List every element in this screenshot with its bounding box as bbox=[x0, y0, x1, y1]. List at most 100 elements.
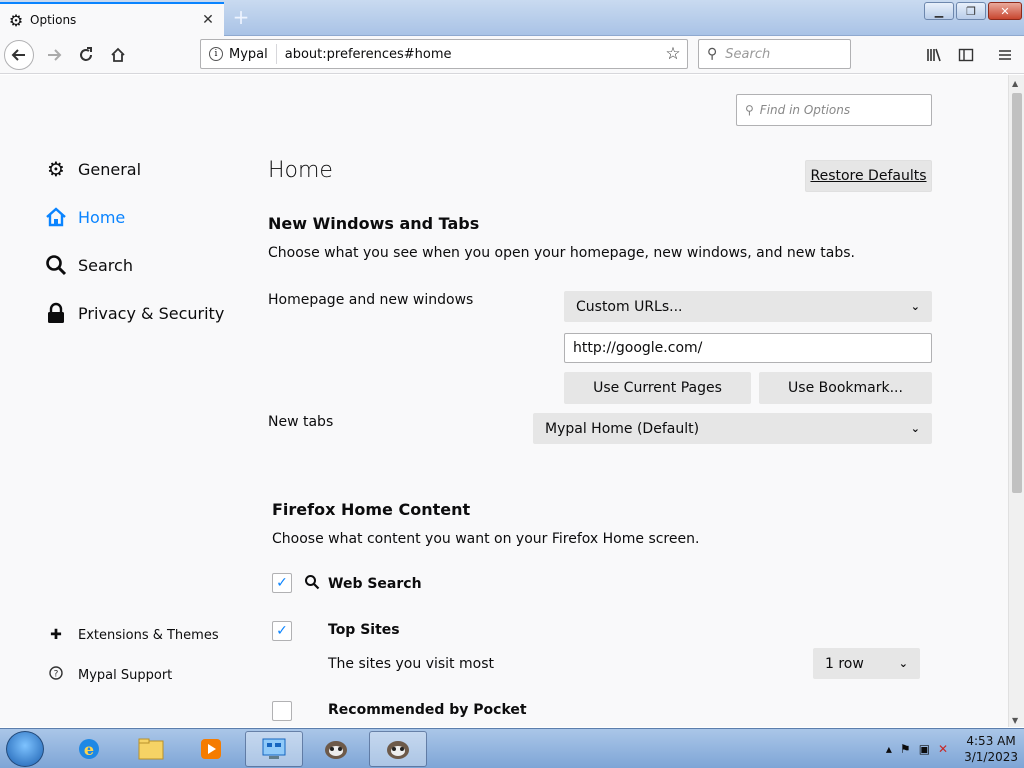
scrollbar-thumb[interactable] bbox=[1012, 93, 1022, 493]
back-arrow-icon bbox=[11, 49, 25, 61]
chevron-down-icon: ⌄ bbox=[898, 657, 908, 670]
top-sites-rows-select[interactable]: 1 row ⌄ bbox=[813, 648, 920, 679]
back-button[interactable] bbox=[4, 40, 34, 70]
select-value: Custom URLs... bbox=[576, 298, 683, 315]
library-icon bbox=[927, 48, 941, 62]
sidebar-item-home[interactable]: Home bbox=[44, 205, 125, 229]
search-bar[interactable]: ⚲ Search bbox=[698, 39, 851, 69]
taskbar: e ▴ ⚑ ▣ ✕ 4:53 AM 3/1/2023 bbox=[0, 728, 1024, 768]
mypal-icon[interactable] bbox=[307, 731, 365, 767]
search-icon: ⚲ bbox=[707, 46, 718, 62]
reload-button[interactable] bbox=[70, 39, 102, 71]
window-controls: ▁ ❐ ✕ bbox=[924, 2, 1022, 20]
vertical-scrollbar[interactable]: ▲ ▼ bbox=[1008, 75, 1024, 727]
section-description: Choose what content you want on your Fir… bbox=[272, 531, 700, 547]
homepage-url-input[interactable]: http://google.com/ bbox=[564, 333, 932, 363]
network-icon[interactable]: ▣ bbox=[919, 742, 930, 756]
sidebar-icon bbox=[958, 48, 974, 62]
find-in-options-input[interactable]: ⚲ Find in Options bbox=[736, 94, 932, 126]
use-bookmark-button[interactable]: Use Bookmark... bbox=[759, 372, 932, 404]
volume-muted-icon[interactable]: ✕ bbox=[938, 742, 948, 756]
pocket-checkbox[interactable] bbox=[272, 701, 292, 721]
help-icon: ? bbox=[46, 666, 66, 684]
use-current-pages-button[interactable]: Use Current Pages bbox=[564, 372, 751, 404]
search-placeholder: Search bbox=[725, 46, 771, 62]
chevron-down-icon: ⌄ bbox=[910, 300, 920, 313]
gear-icon: ⚙ bbox=[47, 157, 65, 181]
gear-icon: ⚙ bbox=[8, 10, 24, 30]
select-value: 1 row bbox=[825, 655, 864, 672]
top-sites-checkbox[interactable]: ✓ bbox=[272, 621, 292, 641]
preferences-content: ⚲ Find in Options ⚙ General Home Search … bbox=[0, 75, 1008, 727]
sidebar-item-general[interactable]: ⚙ General bbox=[44, 157, 141, 181]
clock[interactable]: 4:53 AM 3/1/2023 bbox=[964, 733, 1018, 765]
explorer-icon[interactable] bbox=[122, 731, 180, 767]
svg-text:?: ? bbox=[54, 670, 59, 680]
top-sites-label: Top Sites bbox=[328, 622, 400, 638]
ie-icon[interactable]: e bbox=[60, 731, 118, 767]
web-search-checkbox[interactable]: ✓ bbox=[272, 573, 292, 593]
search-icon: ⚲ bbox=[745, 103, 754, 117]
show-hidden-icons-icon[interactable]: ▴ bbox=[886, 742, 892, 756]
tab-strip: ⚙ Options ✕ + ▁ ❐ ✕ bbox=[0, 0, 1024, 36]
new-tabs-label: New tabs bbox=[268, 414, 334, 430]
home-icon bbox=[111, 47, 125, 62]
section-heading-home-content: Firefox Home Content bbox=[272, 500, 471, 519]
sidebar-item-label: Privacy & Security bbox=[78, 303, 225, 323]
footer-label: Extensions & Themes bbox=[78, 627, 219, 643]
identity-label: Mypal bbox=[229, 46, 268, 62]
new-tab-button[interactable]: + bbox=[230, 5, 252, 29]
footer-label: Mypal Support bbox=[78, 667, 173, 683]
sidebar-item-label: Search bbox=[78, 255, 133, 275]
puzzle-icon: ✚ bbox=[50, 627, 62, 643]
section-heading-new-windows: New Windows and Tabs bbox=[268, 214, 480, 233]
start-button[interactable] bbox=[6, 731, 44, 767]
sidebar-item-label: Home bbox=[78, 207, 126, 227]
flag-icon[interactable]: ⚑ bbox=[900, 742, 911, 756]
section-description: Choose what you see when you open your h… bbox=[268, 245, 856, 261]
close-tab-icon[interactable]: ✕ bbox=[200, 12, 216, 28]
forward-button[interactable] bbox=[38, 39, 70, 71]
url-text[interactable]: about:preferences#home bbox=[277, 47, 659, 62]
library-button[interactable] bbox=[918, 39, 950, 71]
scroll-up-icon[interactable]: ▲ bbox=[1012, 79, 1018, 88]
clock-time: 4:53 AM bbox=[966, 734, 1016, 748]
support-link[interactable]: ? Mypal Support bbox=[46, 666, 172, 684]
close-window-button[interactable]: ✕ bbox=[988, 2, 1022, 20]
restore-button[interactable]: ❐ bbox=[956, 2, 986, 20]
sidebar-item-label: General bbox=[78, 159, 142, 179]
extensions-themes-link[interactable]: ✚ Extensions & Themes bbox=[46, 627, 219, 643]
media-player-icon[interactable] bbox=[182, 731, 240, 767]
tab-title: Options bbox=[30, 13, 77, 27]
menu-button[interactable] bbox=[989, 39, 1021, 71]
info-icon: i bbox=[209, 47, 223, 61]
sidebar-item-search[interactable]: Search bbox=[44, 253, 133, 277]
forward-arrow-icon bbox=[48, 49, 62, 61]
lock-icon bbox=[44, 301, 68, 325]
home-icon bbox=[44, 205, 68, 229]
control-panel-icon[interactable] bbox=[245, 731, 303, 767]
minimize-button[interactable]: ▁ bbox=[924, 2, 954, 20]
restore-defaults-button[interactable]: Restore Defaults bbox=[805, 160, 932, 192]
identity-box[interactable]: i Mypal bbox=[201, 44, 277, 64]
url-bar[interactable]: i Mypal about:preferences#home ☆ bbox=[200, 39, 688, 69]
scroll-down-icon[interactable]: ▼ bbox=[1012, 716, 1018, 725]
bookmark-star-icon[interactable]: ☆ bbox=[659, 44, 687, 64]
homepage-select[interactable]: Custom URLs... ⌄ bbox=[564, 291, 932, 322]
homepage-label: Homepage and new windows bbox=[268, 292, 474, 308]
tab-options[interactable]: ⚙ Options ✕ bbox=[0, 2, 224, 36]
home-button[interactable] bbox=[102, 39, 134, 71]
sidebar-button[interactable] bbox=[950, 39, 982, 71]
top-sites-description: The sites you visit most bbox=[328, 656, 494, 672]
page-title: Home bbox=[268, 158, 333, 183]
web-search-label: Web Search bbox=[304, 574, 422, 594]
hamburger-menu-icon bbox=[999, 50, 1011, 60]
svg-text:e: e bbox=[84, 740, 94, 759]
find-placeholder: Find in Options bbox=[759, 103, 851, 117]
sidebar-item-privacy[interactable]: Privacy & Security bbox=[44, 301, 224, 325]
clock-date: 3/1/2023 bbox=[964, 750, 1018, 764]
option-label: Web Search bbox=[328, 576, 422, 592]
select-value: Mypal Home (Default) bbox=[545, 420, 700, 437]
new-tabs-select[interactable]: Mypal Home (Default) ⌄ bbox=[533, 413, 932, 444]
mypal-active-icon[interactable] bbox=[369, 731, 427, 767]
